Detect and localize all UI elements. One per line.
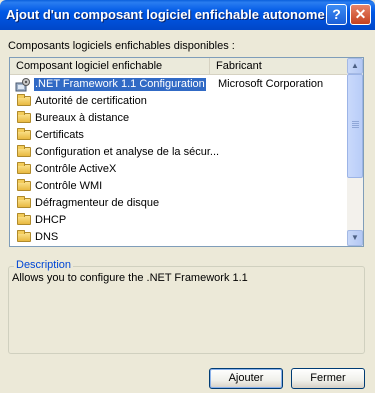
folder-icon — [17, 128, 31, 140]
folder-icon — [17, 213, 31, 225]
folder-icon — [17, 230, 31, 242]
list-item-name: .NET Framework 1.1 Configuration — [34, 78, 206, 91]
thumb-grip — [352, 123, 359, 124]
folder-icon — [17, 94, 31, 106]
help-button[interactable]: ? — [326, 4, 347, 25]
list-item[interactable]: Contrôle WMI — [10, 178, 347, 195]
list-item-name: Défragmenteur de disque — [35, 197, 160, 209]
thumb-grip — [352, 121, 359, 122]
window-title: Ajout d'un composant logiciel enfichable… — [6, 7, 325, 22]
folder-icon — [17, 179, 31, 191]
thumb-grip — [352, 125, 359, 126]
add-button[interactable]: Ajouter — [209, 368, 283, 389]
scroll-down-button[interactable]: ▼ — [347, 230, 363, 246]
list-item-name: Certificats — [35, 129, 84, 141]
title-bar[interactable]: Ajout d'un composant logiciel enfichable… — [0, 0, 375, 30]
list-item-name: Contrôle WMI — [35, 180, 103, 192]
folder-icon — [17, 145, 31, 157]
list-item-name: DNS — [35, 231, 59, 243]
list-item[interactable]: Contrôle ActiveX — [10, 161, 347, 178]
list-item-name: Configuration et analyse de la sécur... — [35, 146, 220, 158]
list-item[interactable]: Autorité de certification — [10, 93, 347, 110]
folder-icon — [17, 162, 31, 174]
folder-icon — [17, 196, 31, 208]
close-button[interactable]: Fermer — [291, 368, 365, 389]
net-framework-icon — [15, 78, 30, 92]
list-header: Composant logiciel enfichable Fabricant — [10, 58, 347, 75]
snapin-list[interactable]: Composant logiciel enfichable Fabricant … — [9, 57, 364, 247]
scroll-thumb[interactable] — [347, 74, 363, 178]
list-item[interactable]: .NET Framework 1.1 Configuration Microsof… — [10, 76, 347, 93]
close-window-button[interactable]: ✕ — [350, 4, 371, 25]
list-item[interactable]: DHCP — [10, 212, 347, 229]
column-header-vendor[interactable]: Fabricant — [210, 58, 347, 74]
dialog-window: Ajout d'un composant logiciel enfichable… — [0, 0, 375, 393]
list-item[interactable]: Défragmenteur de disque — [10, 195, 347, 212]
column-header-snapin[interactable]: Composant logiciel enfichable — [10, 58, 210, 74]
list-item[interactable]: Configuration et analyse de la sécur... — [10, 144, 347, 161]
list-item-name: Autorité de certification — [35, 95, 147, 107]
list-item-name: Contrôle ActiveX — [35, 163, 117, 175]
list-item[interactable]: Bureaux à distance — [10, 110, 347, 127]
list-item-name: DHCP — [35, 214, 67, 226]
vertical-scrollbar[interactable]: ▲ ▼ — [347, 58, 363, 246]
available-snapins-label: Composants logiciels enfichables disponi… — [8, 40, 235, 52]
list-item-name: Bureaux à distance — [35, 112, 130, 124]
list-item[interactable]: Certificats — [10, 127, 347, 144]
description-legend: Description — [14, 259, 74, 271]
thumb-grip — [352, 127, 359, 128]
scroll-up-button[interactable]: ▲ — [347, 58, 363, 74]
list-item-vendor: Microsoft Corporation — [218, 78, 324, 90]
folder-icon — [17, 111, 31, 123]
description-text: Allows you to configure the .NET Framewo… — [12, 272, 248, 284]
list-rows: .NET Framework 1.1 Configuration Microsof… — [10, 76, 347, 246]
list-item[interactable]: DNS — [10, 229, 347, 246]
